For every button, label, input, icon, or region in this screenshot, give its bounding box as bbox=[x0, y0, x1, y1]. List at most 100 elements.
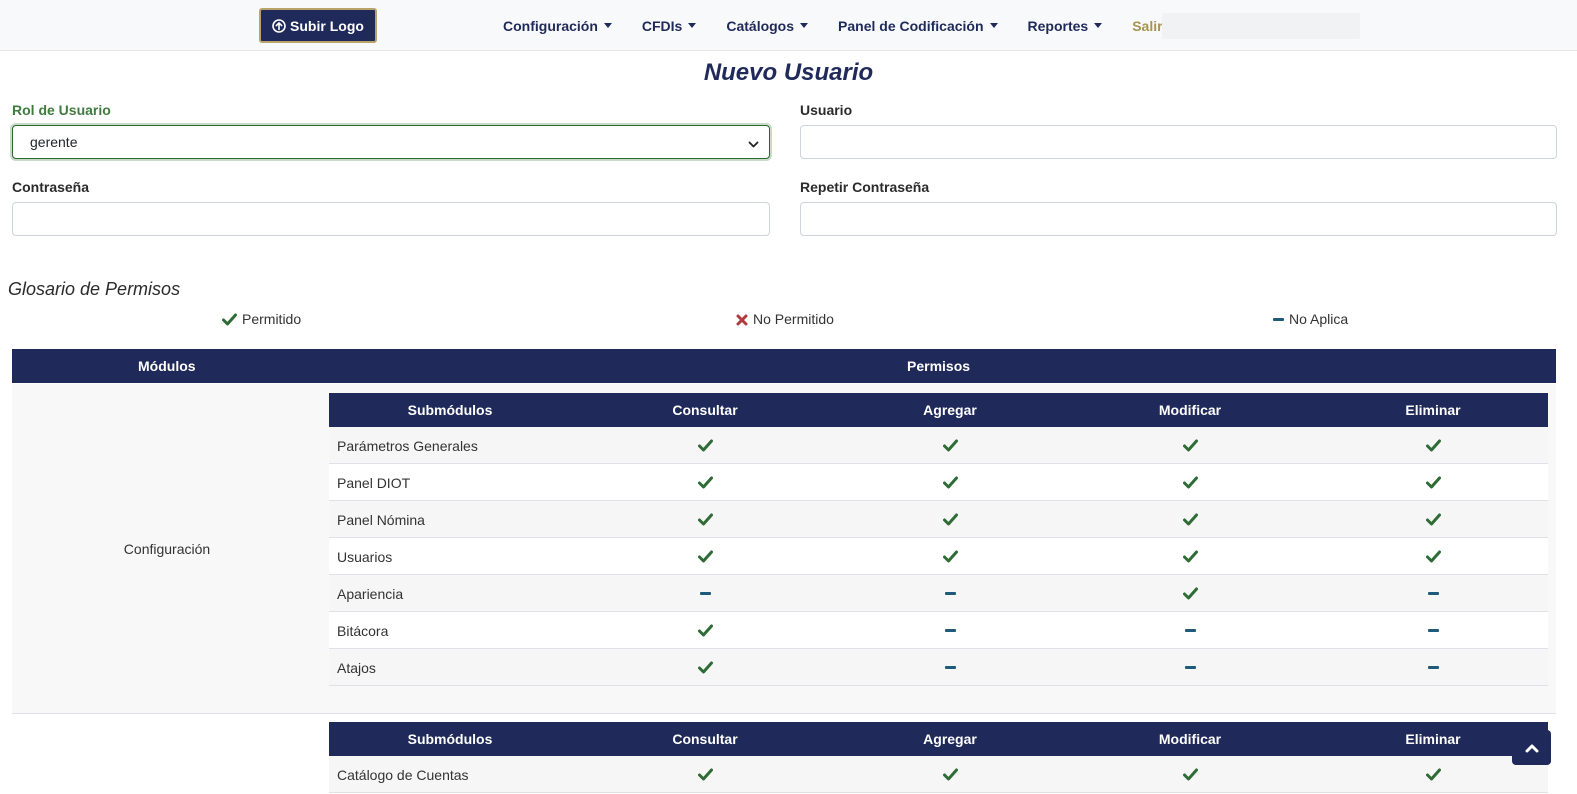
check-icon bbox=[1363, 501, 1503, 538]
legend-not-allowed: No Permitido bbox=[736, 311, 834, 327]
col-agregar: Agregar bbox=[923, 402, 977, 418]
col-modificar: Modificar bbox=[1158, 402, 1222, 418]
chevron-up-icon bbox=[1525, 740, 1539, 756]
submodule-row: Atajos bbox=[329, 649, 1548, 686]
col-consultar: Consultar bbox=[672, 402, 738, 418]
menu-reportes[interactable]: Reportes bbox=[1028, 18, 1103, 34]
legend-not-applicable: No Aplica bbox=[1273, 311, 1348, 327]
check-icon bbox=[635, 538, 775, 575]
x-icon bbox=[736, 313, 748, 326]
upload-logo-label: Subir Logo bbox=[290, 17, 364, 34]
glossary-title: Glosario de Permisos bbox=[8, 279, 181, 299]
check-icon bbox=[1363, 538, 1503, 575]
check-icon bbox=[635, 501, 775, 538]
role-select[interactable]: gerente bbox=[12, 125, 770, 159]
dash-icon bbox=[880, 612, 1020, 649]
check-icon bbox=[1120, 464, 1260, 501]
col-agregar: Agregar bbox=[923, 731, 977, 747]
submodule-table-header: Submódulos Consultar Agregar Modificar E… bbox=[329, 722, 1548, 756]
caret-down-icon bbox=[800, 23, 809, 28]
user-info-placeholder bbox=[1162, 13, 1360, 39]
legend-allowed: Permitido bbox=[222, 311, 301, 327]
repeat-password-label: Repetir Contraseña bbox=[800, 179, 930, 195]
col-submodulos: Submódulos bbox=[407, 731, 493, 747]
submodule-row: Bitácora bbox=[329, 612, 1548, 649]
permissions-table-header: Módulos Permisos bbox=[12, 349, 1556, 383]
submodule-row: Panel DIOT bbox=[329, 464, 1548, 501]
check-icon bbox=[1120, 575, 1260, 612]
col-modificar: Modificar bbox=[1158, 731, 1222, 747]
upload-circle-icon bbox=[272, 18, 286, 33]
check-icon bbox=[880, 464, 1020, 501]
submodule-name: Catálogo de Cuentas bbox=[337, 767, 469, 783]
submodule-name: Bitácora bbox=[337, 623, 389, 639]
dash-icon bbox=[880, 575, 1020, 612]
menu-label: Catálogos bbox=[726, 17, 795, 34]
header-modules: Módulos bbox=[138, 358, 196, 374]
dash-icon bbox=[1120, 612, 1260, 649]
check-icon bbox=[635, 612, 775, 649]
check-icon bbox=[1363, 427, 1503, 464]
menu-configuracion[interactable]: Configuración bbox=[503, 18, 612, 34]
check-icon bbox=[635, 427, 775, 464]
module-row-catalogos: Submódulos Consultar Agregar Modificar E… bbox=[12, 714, 1556, 794]
legend-allowed-label: Permitido bbox=[242, 311, 302, 327]
submodule-row: Parámetros Generales bbox=[329, 427, 1548, 464]
upload-logo-button[interactable]: Subir Logo bbox=[259, 8, 377, 43]
menu-label: CFDIs bbox=[641, 17, 683, 34]
submodule-row: Usuarios bbox=[329, 538, 1548, 575]
check-icon bbox=[880, 538, 1020, 575]
submodule-table-header: Submódulos Consultar Agregar Modificar E… bbox=[329, 393, 1548, 427]
check-icon bbox=[222, 313, 237, 326]
module-name: Configuración bbox=[123, 541, 211, 557]
password-label: Contraseña bbox=[12, 179, 90, 195]
check-icon bbox=[1120, 756, 1260, 793]
dash-icon bbox=[635, 575, 775, 612]
check-icon bbox=[880, 427, 1020, 464]
caret-down-icon bbox=[603, 23, 612, 28]
menu-label: Panel de Codificación bbox=[838, 17, 984, 34]
check-icon bbox=[1363, 464, 1503, 501]
scroll-to-top-button[interactable] bbox=[1512, 730, 1551, 765]
submodule-row: Panel Nómina bbox=[329, 501, 1548, 538]
legend-not-allowed-label: No Permitido bbox=[753, 311, 834, 327]
menu-catalogos[interactable]: Catálogos bbox=[726, 17, 809, 34]
menu-panel-codificacion[interactable]: Panel de Codificación bbox=[838, 17, 998, 34]
header-permissions: Permisos bbox=[907, 358, 971, 374]
check-icon bbox=[635, 756, 775, 793]
chevron-down-icon bbox=[748, 137, 759, 148]
submodule-name: Panel Nómina bbox=[337, 512, 425, 528]
submodule-name: Apariencia bbox=[337, 586, 404, 602]
dash-icon bbox=[1120, 649, 1260, 686]
dash-icon bbox=[880, 649, 1020, 686]
user-label: Usuario bbox=[800, 102, 853, 118]
menu-cfdis[interactable]: CFDIs bbox=[641, 17, 697, 34]
check-icon bbox=[1120, 538, 1260, 575]
main-menu: Configuración CFDIs Catálogos Panel de C… bbox=[503, 0, 1163, 51]
col-eliminar: Eliminar bbox=[1405, 731, 1461, 747]
dash-icon bbox=[1363, 575, 1503, 612]
legend-na-label: No Aplica bbox=[1289, 311, 1349, 327]
check-icon bbox=[1120, 427, 1260, 464]
page-title: Nuevo Usuario bbox=[703, 59, 874, 86]
role-label: Rol de Usuario bbox=[12, 102, 111, 118]
password-input[interactable] bbox=[12, 202, 770, 236]
menu-label: Reportes bbox=[1027, 17, 1089, 34]
role-select-value: gerente bbox=[30, 134, 78, 150]
caret-down-icon bbox=[1094, 23, 1103, 28]
col-eliminar: Eliminar bbox=[1405, 402, 1461, 418]
repeat-password-input[interactable] bbox=[800, 202, 1557, 236]
exit-link[interactable]: Salir bbox=[1132, 18, 1162, 34]
dash-icon bbox=[1273, 317, 1284, 321]
submodule-row: Apariencia bbox=[329, 575, 1548, 612]
submodule-name: Usuarios bbox=[337, 549, 393, 565]
col-submodulos: Submódulos bbox=[407, 402, 493, 418]
check-icon bbox=[880, 501, 1020, 538]
dash-icon bbox=[1363, 649, 1503, 686]
caret-down-icon bbox=[989, 23, 998, 28]
submodule-row: Catálogo de Cuentas bbox=[329, 756, 1548, 793]
check-icon bbox=[635, 649, 775, 686]
user-input[interactable] bbox=[800, 125, 1557, 159]
submodule-name: Parámetros Generales bbox=[337, 438, 478, 454]
submodule-name: Panel DIOT bbox=[337, 475, 411, 491]
